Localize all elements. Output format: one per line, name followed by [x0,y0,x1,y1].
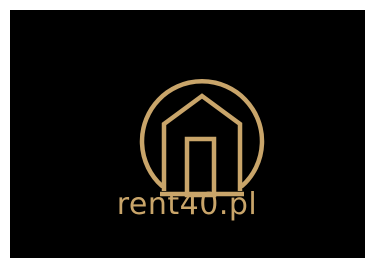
logo-house [161,93,243,191]
brand-wordmark: rent40.pl [116,187,258,222]
house-in-circle-icon [139,79,265,198]
